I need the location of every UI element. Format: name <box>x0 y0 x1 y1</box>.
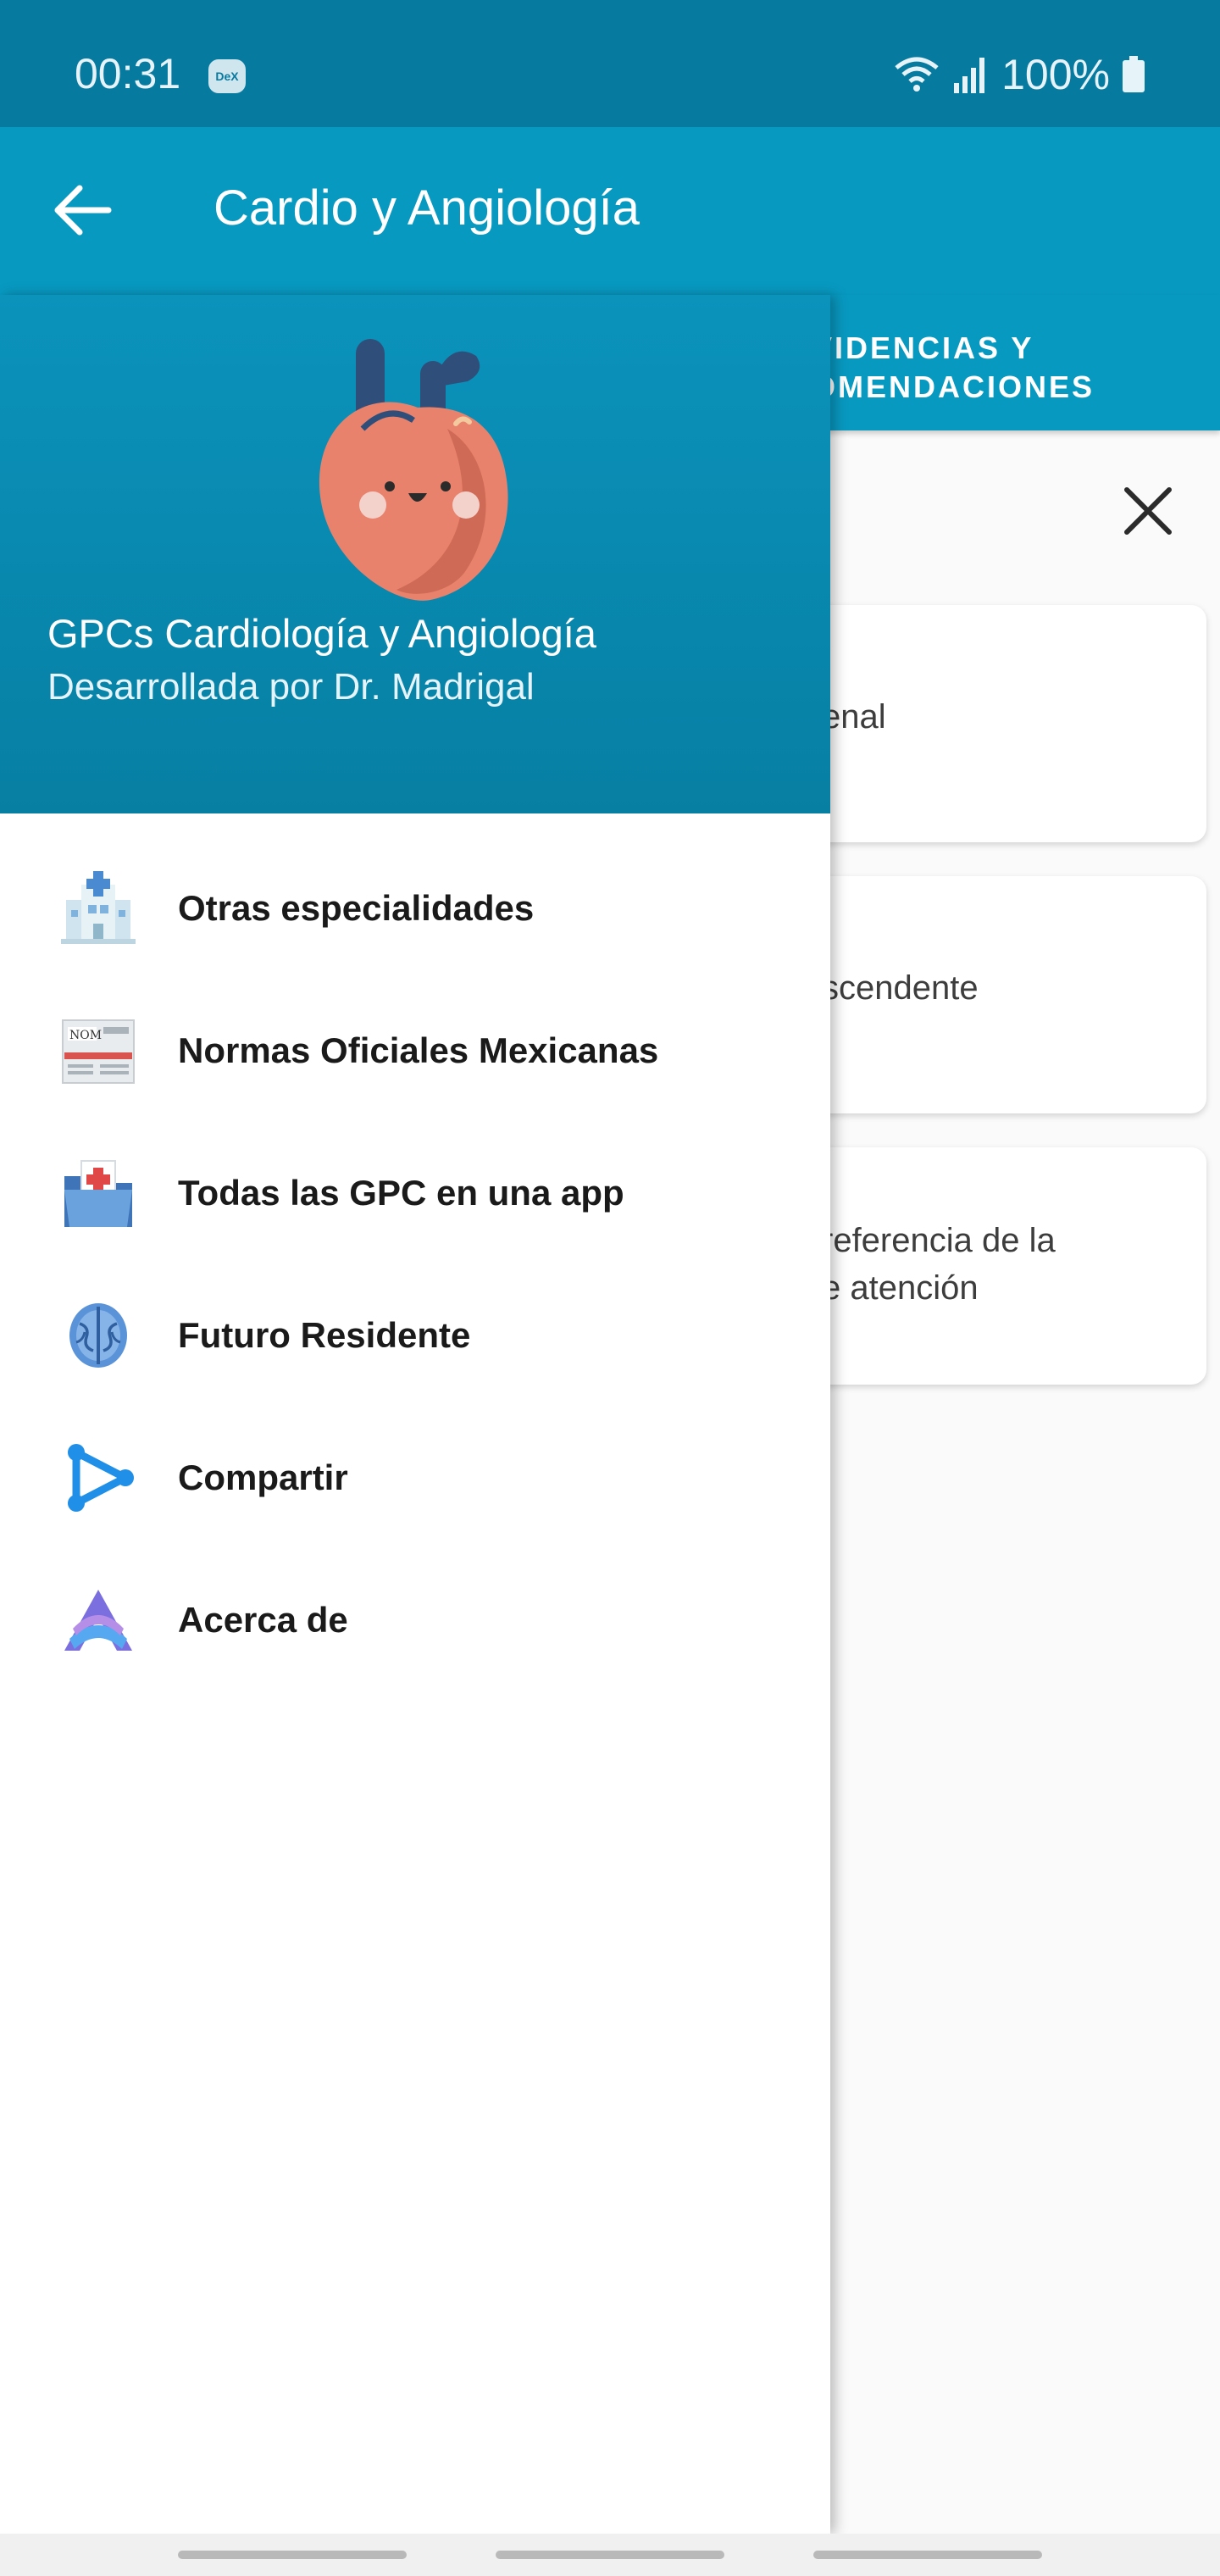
status-bar: 00:31 DeX 100% <box>0 0 1220 127</box>
share-icon <box>68 1444 134 1512</box>
menu-item-acerca-de[interactable]: Acerca de <box>0 1547 830 1690</box>
guide-card[interactable]: referencia de la e atención <box>788 1147 1206 1385</box>
menu-item-label: Todas las GPC en una app <box>178 1173 624 1213</box>
back-button[interactable] <box>49 180 115 241</box>
menu-item-label: Futuro Residente <box>178 1315 471 1355</box>
medical-folder-icon <box>64 1160 132 1227</box>
battery-icon <box>1123 56 1145 92</box>
back-nav-button[interactable] <box>813 2551 1042 2559</box>
close-button[interactable] <box>1118 481 1178 541</box>
card-text: e atención <box>822 1269 979 1307</box>
card-text: referencia de la <box>822 1222 1056 1259</box>
home-button[interactable] <box>496 2551 724 2559</box>
card-text: enal <box>822 698 886 736</box>
about-logo-icon <box>64 1590 132 1651</box>
app-bar: Cardio y Angiología <box>0 127 1220 295</box>
menu-item-todas-las-gpc[interactable]: Todas las GPC en una app <box>0 1120 830 1263</box>
menu-item-label: Acerca de <box>178 1600 348 1640</box>
drawer-header: GPCs Cardiología y Angiología Desarrolla… <box>0 295 830 813</box>
dex-icon: DeX <box>208 59 246 93</box>
menu-item-otras-especialidades[interactable]: Otras especialidades <box>0 836 830 978</box>
signal-icon <box>954 58 985 93</box>
guide-card[interactable]: scendente <box>788 876 1206 1113</box>
wifi-icon <box>895 57 939 92</box>
card-text: scendente <box>822 969 979 1007</box>
menu-item-label: Compartir <box>178 1457 348 1497</box>
drawer-title: GPCs Cardiología y Angiología <box>47 611 596 656</box>
close-icon <box>1124 487 1172 535</box>
arrow-left-icon <box>54 185 112 236</box>
newspaper-icon: NOM <box>62 1019 135 1084</box>
menu-item-compartir[interactable]: Compartir <box>0 1405 830 1547</box>
system-nav-bar <box>0 2534 1220 2576</box>
app-title: Cardio y Angiología <box>214 180 640 236</box>
recent-apps-button[interactable] <box>178 2551 407 2559</box>
status-icons: 100% <box>893 49 1145 100</box>
svg-text:NOM: NOM <box>69 1029 102 1042</box>
brain-icon <box>69 1303 127 1368</box>
tab-label-line2: OMENDACIONES <box>812 369 1095 404</box>
heart-illustration-icon <box>319 339 508 601</box>
battery-percent: 100% <box>1001 51 1110 98</box>
navigation-drawer: GPCs Cardiología y Angiología Desarrolla… <box>0 295 830 2534</box>
guide-card[interactable]: enal <box>788 605 1206 842</box>
menu-item-label: Normas Oficiales Mexicanas <box>178 1030 659 1070</box>
hospital-icon <box>61 871 136 944</box>
tab-label-line1: VIDENCIAS Y <box>812 330 1034 365</box>
menu-item-normas-oficiales[interactable]: NOM Normas Oficiales Mexicanas <box>0 978 830 1120</box>
tab-evidencias[interactable]: VIDENCIAS Y OMENDACIONES <box>812 329 1167 407</box>
status-time: 00:31 <box>75 50 181 97</box>
drawer-subtitle: Desarrollada por Dr. Madrigal <box>47 666 535 708</box>
menu-item-futuro-residente[interactable]: Futuro Residente <box>0 1263 830 1405</box>
menu-item-label: Otras especialidades <box>178 888 535 928</box>
